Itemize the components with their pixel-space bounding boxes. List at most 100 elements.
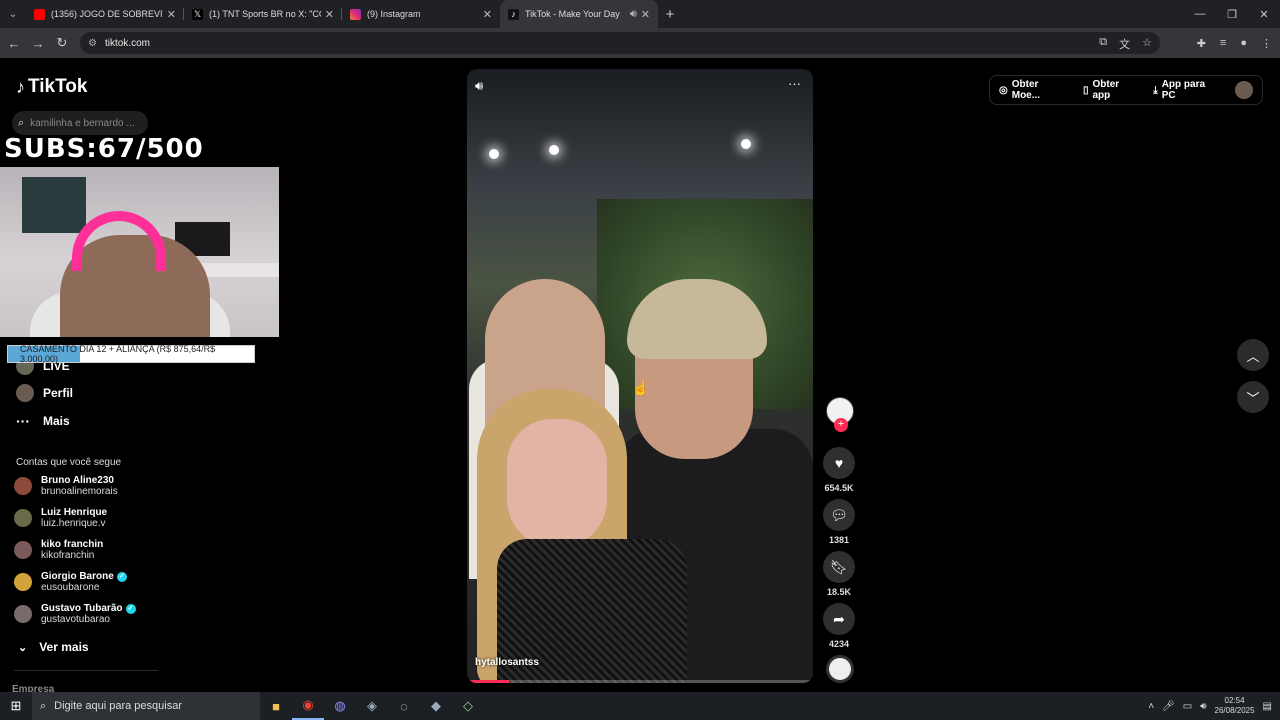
chrome-icon[interactable]: ◉ (292, 692, 324, 720)
comment-button[interactable]: 💬︎ 1381 (822, 499, 856, 545)
share-icon: ➦ (823, 603, 855, 635)
get-app-button[interactable]: ▯ Obter app (1083, 79, 1139, 101)
media-control-icon[interactable]: ≡ (1220, 37, 1226, 49)
search-input[interactable]: ⌕ kamilinha e bernardo ... (12, 111, 148, 135)
steam-icon[interactable]: ◈ (356, 692, 388, 720)
tiktok-logo[interactable]: ♪ TikTok (16, 76, 87, 98)
file-explorer-icon[interactable]: ■ (260, 692, 292, 720)
account-avatar (14, 477, 32, 495)
account-username: brunoalinemorais (41, 486, 118, 497)
close-tab-icon[interactable]: ✕ (167, 8, 176, 21)
video-player[interactable]: 🔊︎ ··· hytallosantss (467, 69, 813, 683)
divider (14, 670, 158, 671)
previous-video-button[interactable]: ︿ (1237, 339, 1269, 371)
save-button[interactable]: 🔖︎ 18.5K (822, 551, 856, 597)
search-icon: ⌕ (18, 116, 25, 129)
following-account[interactable]: Luiz Henrique luiz.henrique.v (14, 507, 107, 529)
tray-chevron-icon[interactable]: ˄ (1148, 701, 1154, 712)
minimize-icon[interactable]: — (1184, 0, 1216, 28)
taskbar-search-input[interactable]: ⌕ Digite aqui para pesquisar (32, 692, 260, 720)
profile-icon[interactable]: ● (1240, 37, 1247, 49)
menu-icon[interactable]: ⋮ (1261, 37, 1272, 50)
like-count: 654.5K (824, 483, 854, 493)
donation-goal-bar: CASAMENTO DIA 12 + ALIANÇA (R$ 875,64/R$… (7, 344, 255, 364)
notifications-icon[interactable]: ▤ (1263, 701, 1272, 712)
obs-icon[interactable]: ◌ (388, 692, 420, 720)
following-account[interactable]: kiko franchin kikofranchin (14, 539, 103, 561)
browser-tab-active[interactable]: ♪ TikTok - Make Your Day 🔊︎ ✕ (500, 0, 658, 28)
x-favicon-icon: 𝕏 (192, 8, 203, 20)
volume-icon[interactable]: 🔊︎ (475, 78, 483, 94)
subs-counter-overlay: SUBS:67/500 (4, 134, 204, 164)
following-account[interactable]: Giorgio Barone ✓ eusoubarone (14, 571, 127, 593)
system-tray: ˄ 🎤︎ ▭ 🔊︎ 02:54 26/08/2025 ▤ (1148, 692, 1280, 720)
comment-icon: 💬︎ (823, 499, 855, 531)
creator-avatar[interactable]: + (826, 397, 854, 432)
next-video-button[interactable]: ﹀ (1237, 381, 1269, 413)
back-icon[interactable]: ← (2, 36, 26, 51)
sidebar-item-more[interactable]: ··· Mais (16, 413, 70, 429)
new-tab-button[interactable]: + (658, 6, 682, 23)
microphone-icon[interactable]: 🎤︎ (1162, 701, 1175, 712)
address-bar[interactable]: ⚙ tiktok.com ⧉ 文 ☆ (80, 32, 1160, 54)
chevron-down-icon: ﹀ (1246, 390, 1260, 406)
following-account[interactable]: Bruno Aline230 brunoalinemorais (14, 475, 118, 497)
youtube-favicon-icon (34, 8, 45, 20)
speaker-icon[interactable]: 🔊︎ (1200, 701, 1206, 712)
extensions-icon[interactable]: ✚ (1197, 37, 1206, 50)
like-button[interactable]: ♥ 654.5K (822, 447, 856, 493)
user-avatar[interactable] (1235, 81, 1254, 99)
account-avatar (14, 605, 32, 623)
tab-title: (9) Instagram (367, 9, 421, 19)
account-avatar (14, 541, 32, 559)
tab-search-button[interactable]: ⌄ (0, 0, 26, 28)
share-button[interactable]: ➦ 4234 (822, 603, 856, 649)
video-progress-fill (467, 680, 509, 683)
video-progress-bar[interactable] (467, 680, 813, 683)
get-coins-button[interactable]: ◎ Obter Moe... (999, 79, 1069, 101)
see-more-button[interactable]: ⌄ Ver mais (18, 640, 89, 654)
follow-plus-icon[interactable]: + (834, 418, 848, 432)
app-icon[interactable]: ◆ (420, 692, 452, 720)
windows-start-icon[interactable]: ⊞ (0, 698, 32, 714)
more-options-icon[interactable]: ··· (788, 76, 801, 91)
chevron-down-icon: ⌄ (18, 641, 28, 654)
close-window-icon[interactable]: ✕ (1248, 0, 1280, 28)
comment-count: 1381 (828, 535, 850, 545)
clock[interactable]: 02:54 26/08/2025 (1215, 696, 1255, 716)
restore-icon[interactable]: ❐ (1216, 0, 1248, 28)
chevron-up-icon: ︿ (1246, 348, 1260, 364)
following-account[interactable]: Gustavo Tubarão ✓ gustavotubarao (14, 603, 136, 625)
close-tab-icon[interactable]: ✕ (325, 8, 334, 21)
app-icon[interactable]: ◇ (452, 692, 484, 720)
forward-icon[interactable]: → (26, 36, 50, 51)
window-controls: — ❐ ✕ (1184, 0, 1280, 28)
verified-badge-icon: ✓ (125, 603, 136, 614)
coin-icon: ◎ (999, 84, 1008, 96)
site-info-icon[interactable]: ⚙ (88, 38, 97, 49)
account-name: Giorgio Barone (41, 571, 114, 582)
music-disc-icon[interactable] (826, 655, 854, 683)
discord-icon[interactable]: ◍ (324, 692, 356, 720)
account-name: kiko franchin (41, 539, 104, 550)
browser-tab[interactable]: 𝕏 (1) TNT Sports BR no X: "CONV ✕ (184, 0, 342, 28)
tiktok-page: ♪ TikTok ⌕ kamilinha e bernardo ... LIVE… (0, 58, 1280, 695)
install-app-icon[interactable]: ⧉ (1099, 36, 1107, 52)
tab-title: (1356) JOGO DE SOBREVIVÊNCI (51, 9, 163, 19)
video-author[interactable]: hytallosantss (475, 657, 539, 668)
pc-app-button[interactable]: ⤓ App para PC (1153, 79, 1221, 101)
close-tab-icon[interactable]: ✕ (483, 8, 492, 21)
reload-icon[interactable]: ↻ (50, 35, 74, 51)
more-dots-icon: ··· (16, 413, 30, 429)
close-tab-icon[interactable]: ✕ (641, 8, 650, 21)
browser-tab[interactable]: (9) Instagram ✕ (342, 0, 500, 28)
bookmark-star-icon[interactable]: ☆ (1142, 36, 1152, 52)
sidebar-item-profile[interactable]: Perfil (16, 384, 73, 402)
network-icon[interactable]: ▭ (1183, 701, 1192, 712)
following-title: Contas que você segue (16, 457, 122, 468)
tab-audio-icon[interactable]: 🔊︎ (630, 8, 637, 21)
browser-tab[interactable]: (1356) JOGO DE SOBREVIVÊNCI ✕ (26, 0, 184, 28)
translate-icon[interactable]: 文 (1119, 36, 1130, 52)
tab-title: TikTok - Make Your Day (525, 9, 620, 19)
tiktok-note-icon: ♪ (16, 76, 25, 97)
